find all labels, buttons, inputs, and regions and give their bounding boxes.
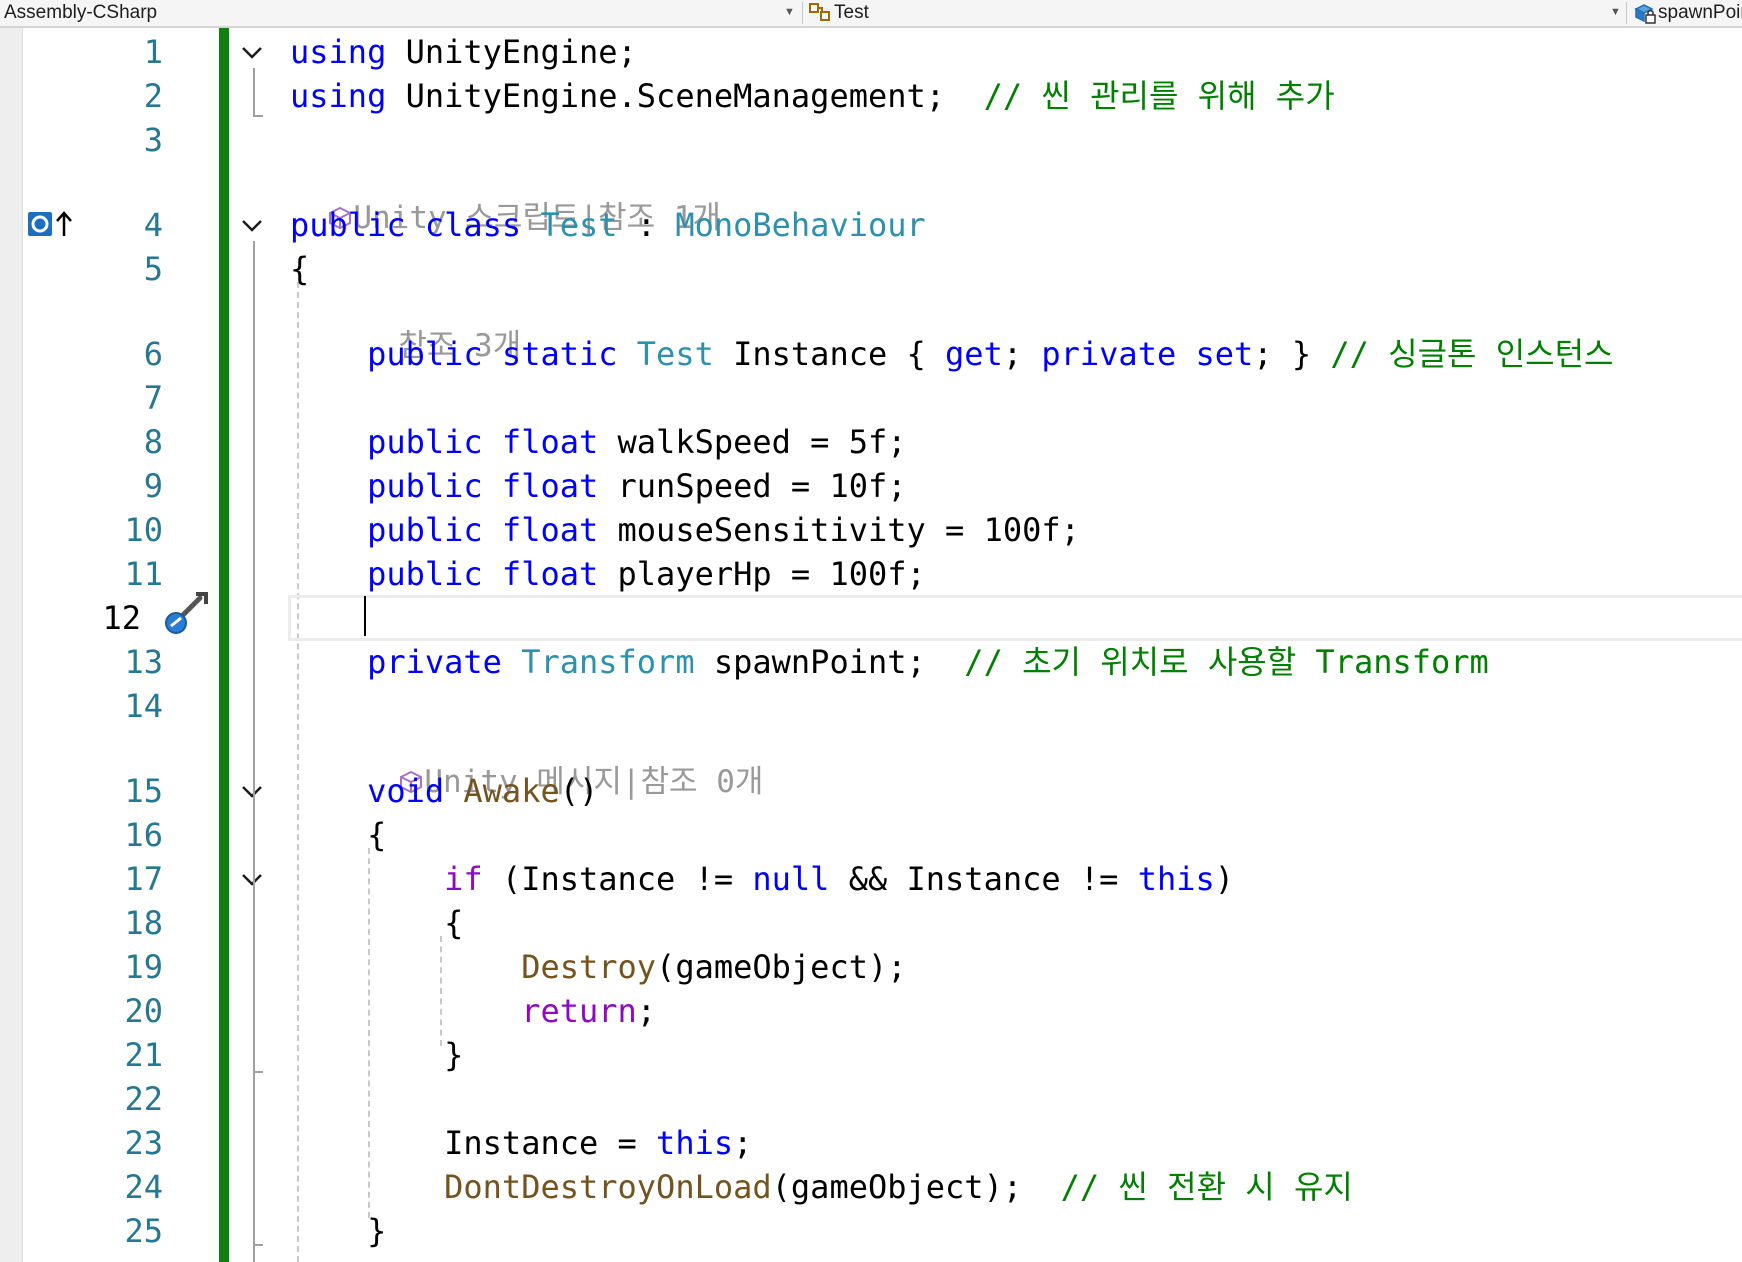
line-number: 10 [124, 511, 163, 549]
text-caret [364, 596, 366, 636]
code-line[interactable]: using UnityEngine.SceneManagement; // 씬 … [290, 74, 1335, 118]
code-line[interactable]: using UnityEngine; [290, 30, 637, 74]
change-tracking-bar [219, 28, 229, 1262]
outline-line [253, 68, 255, 116]
code-line[interactable]: { [290, 247, 309, 291]
field-icon [1632, 1, 1658, 26]
line-number: 20 [124, 992, 163, 1030]
line-number: 13 [124, 643, 163, 681]
member-dropdown[interactable]: spawnPoint [1630, 0, 1742, 26]
chevron-down-icon[interactable] [240, 779, 264, 803]
line-number: 21 [124, 1036, 163, 1074]
codelens-references[interactable]: 참조 3개 [361, 286, 521, 364]
line-number: 14 [124, 687, 163, 725]
outline-line [253, 115, 263, 117]
line-number: 4 [143, 206, 163, 244]
code-line[interactable]: Destroy(gameObject); [290, 945, 906, 989]
class-icon [808, 1, 832, 26]
code-line[interactable]: public static Test Instance { get; priva… [290, 332, 1613, 376]
line-number: 5 [143, 250, 163, 288]
member-name: spawnPoint [1658, 2, 1742, 23]
line-number: 8 [143, 423, 163, 461]
code-line[interactable]: } [290, 1033, 463, 1077]
navigation-bar: Assembly-CSharp ▼ Test ▼ spawnPoint [0, 0, 1742, 28]
code-line[interactable]: public float walkSpeed = 5f; [290, 420, 906, 464]
chevron-down-icon[interactable] [240, 40, 264, 64]
line-number: 2 [143, 77, 163, 115]
line-number: 15 [124, 772, 163, 810]
code-line[interactable]: return; [290, 989, 656, 1033]
outline-line [253, 241, 255, 1262]
code-line[interactable]: Instance = this; [290, 1121, 752, 1165]
line-number: 7 [143, 379, 163, 417]
chevron-down-icon[interactable]: ▼ [784, 0, 795, 25]
line-number: 18 [124, 904, 163, 942]
project-name: Assembly-CSharp [4, 2, 158, 23]
code-line[interactable]: if (Instance != null && Instance != this… [290, 857, 1234, 901]
line-number: 17 [124, 860, 163, 898]
line-number-current: 12 [102, 599, 141, 637]
line-number: 23 [124, 1124, 163, 1162]
code-line[interactable]: public float runSpeed = 10f; [290, 464, 906, 508]
outline-line [253, 1244, 263, 1246]
code-line[interactable]: DontDestroyOnLoad(gameObject); // 씬 전환 시… [290, 1165, 1353, 1209]
line-number: 25 [124, 1212, 163, 1250]
divider [1626, 2, 1627, 24]
code-line[interactable]: public float playerHp = 100f; [290, 552, 926, 596]
code-line[interactable]: } [290, 1209, 386, 1253]
line-number: 22 [124, 1080, 163, 1118]
divider [802, 2, 803, 24]
code-line[interactable]: { [290, 901, 463, 945]
outline-line [253, 1071, 263, 1073]
quick-actions-icon[interactable] [162, 590, 212, 636]
class-name: Test [834, 2, 869, 23]
code-line[interactable]: void Awake() [290, 769, 598, 813]
code-line[interactable]: public float mouseSensitivity = 100f; [290, 508, 1080, 552]
current-line-highlight [288, 595, 1742, 641]
line-number: 11 [124, 555, 163, 593]
project-dropdown[interactable]: Assembly-CSharp ▼ [0, 0, 800, 26]
code-line[interactable]: { [290, 813, 386, 857]
line-number: 3 [143, 121, 163, 159]
code-line[interactable]: public class Test : MonoBehaviour [290, 203, 926, 247]
chevron-down-icon[interactable] [240, 867, 264, 891]
line-number: 9 [143, 467, 163, 505]
line-number: 1 [143, 33, 163, 71]
line-number: 24 [124, 1168, 163, 1206]
line-number: 6 [143, 335, 163, 373]
codelens-unity-script[interactable]: Unity 스크립트|참조 1개 [290, 158, 721, 236]
line-number: 19 [124, 948, 163, 986]
chevron-down-icon[interactable]: ▼ [1610, 0, 1621, 25]
line-number: 16 [124, 816, 163, 854]
codelens-unity-message[interactable]: Unity 메시지|참조 0개 [361, 722, 763, 800]
chevron-down-icon[interactable] [240, 213, 264, 237]
glyph-margin [0, 28, 23, 1262]
code-line[interactable]: private Transform spawnPoint; // 초기 위치로 … [290, 640, 1489, 684]
class-dropdown[interactable]: Test ▼ [806, 0, 1624, 26]
